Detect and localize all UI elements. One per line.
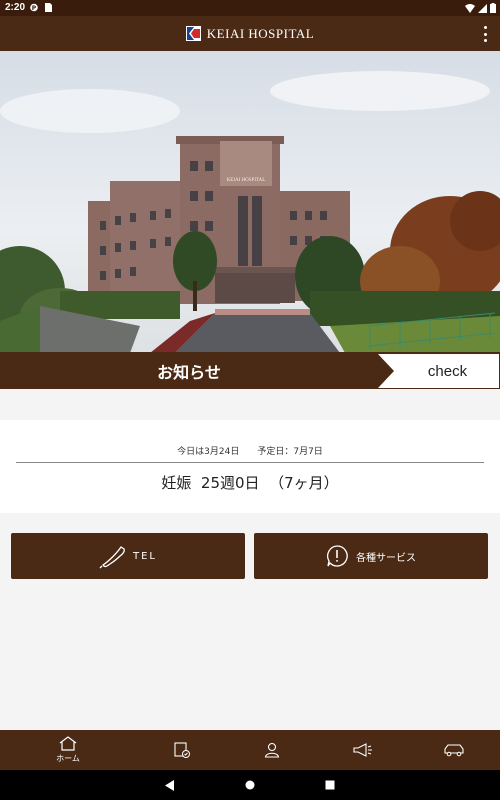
date-line: 今日は3月24日 予定日：7月7日 [0,444,500,457]
info-bubble-icon [327,545,348,567]
bottom-navigation: ホーム [0,730,500,770]
battery-icon [490,3,496,13]
tel-button[interactable]: TEL [11,533,245,579]
svg-text:P: P [32,5,37,12]
news-label: お知らせ [157,362,221,382]
pregnancy-status: 妊娠 25週0日 （7ヶ月） [161,474,339,492]
app-title-group: KEIAI HOSPITAL [0,16,500,51]
notification-icon: P [30,3,38,12]
hospital-photo: KEIAI HOSPITAL [0,51,500,353]
today-text: 今日は3月24日 [177,447,240,457]
status-time: 2:20 [5,2,26,13]
home-icon [59,736,77,751]
home-system-button[interactable] [230,770,270,800]
app-title: KEIAI HOSPITAL [206,25,315,41]
checklist-icon [174,742,190,758]
tab-announcements[interactable] [333,730,393,770]
building-sign: KEIAI HOSPITAL [227,178,266,183]
divider [16,462,484,463]
file-icon [45,3,52,12]
app-bar: KEIAI HOSPITAL [0,16,500,51]
recents-button[interactable] [310,770,350,800]
more-vert-icon[interactable] [480,26,490,42]
tab-home[interactable]: ホーム [38,730,98,770]
person-icon [264,742,280,758]
pregnancy-info-panel: 今日は3月24日 予定日：7月7日 妊娠 25週0日 （7ヶ月） [0,420,500,513]
back-button[interactable] [150,770,190,800]
signal-icon [478,3,487,13]
services-button[interactable]: 各種サービス [254,533,488,579]
tab-checklist[interactable] [152,730,212,770]
due-date-text: 予定日：7月7日 [257,447,323,457]
tab-transport[interactable] [424,730,484,770]
recents-icon [325,780,335,790]
car-icon [444,744,464,757]
megaphone-icon [353,743,372,757]
check-label: check [427,362,468,380]
news-bar: お知らせ check [0,352,500,389]
status-right [465,3,496,13]
app-screen: 2:20 P KEIAI HOSPITAL KEIAI HOSPITAL お知ら… [0,0,500,800]
check-button[interactable]: check [378,354,499,388]
tab-profile[interactable] [242,730,302,770]
tel-label: TEL [133,550,157,562]
wifi-icon [465,3,475,13]
tab-home-label: ホーム [56,754,80,763]
system-navigation [0,770,500,800]
back-icon [165,779,174,791]
status-bar: 2:20 P [0,0,500,16]
hospital-building-illustration: KEIAI HOSPITAL [0,51,500,353]
home-circle-icon [245,780,255,790]
services-label: 各種サービス [356,552,416,564]
hospital-logo-icon [185,26,201,41]
phone-icon [99,546,125,569]
